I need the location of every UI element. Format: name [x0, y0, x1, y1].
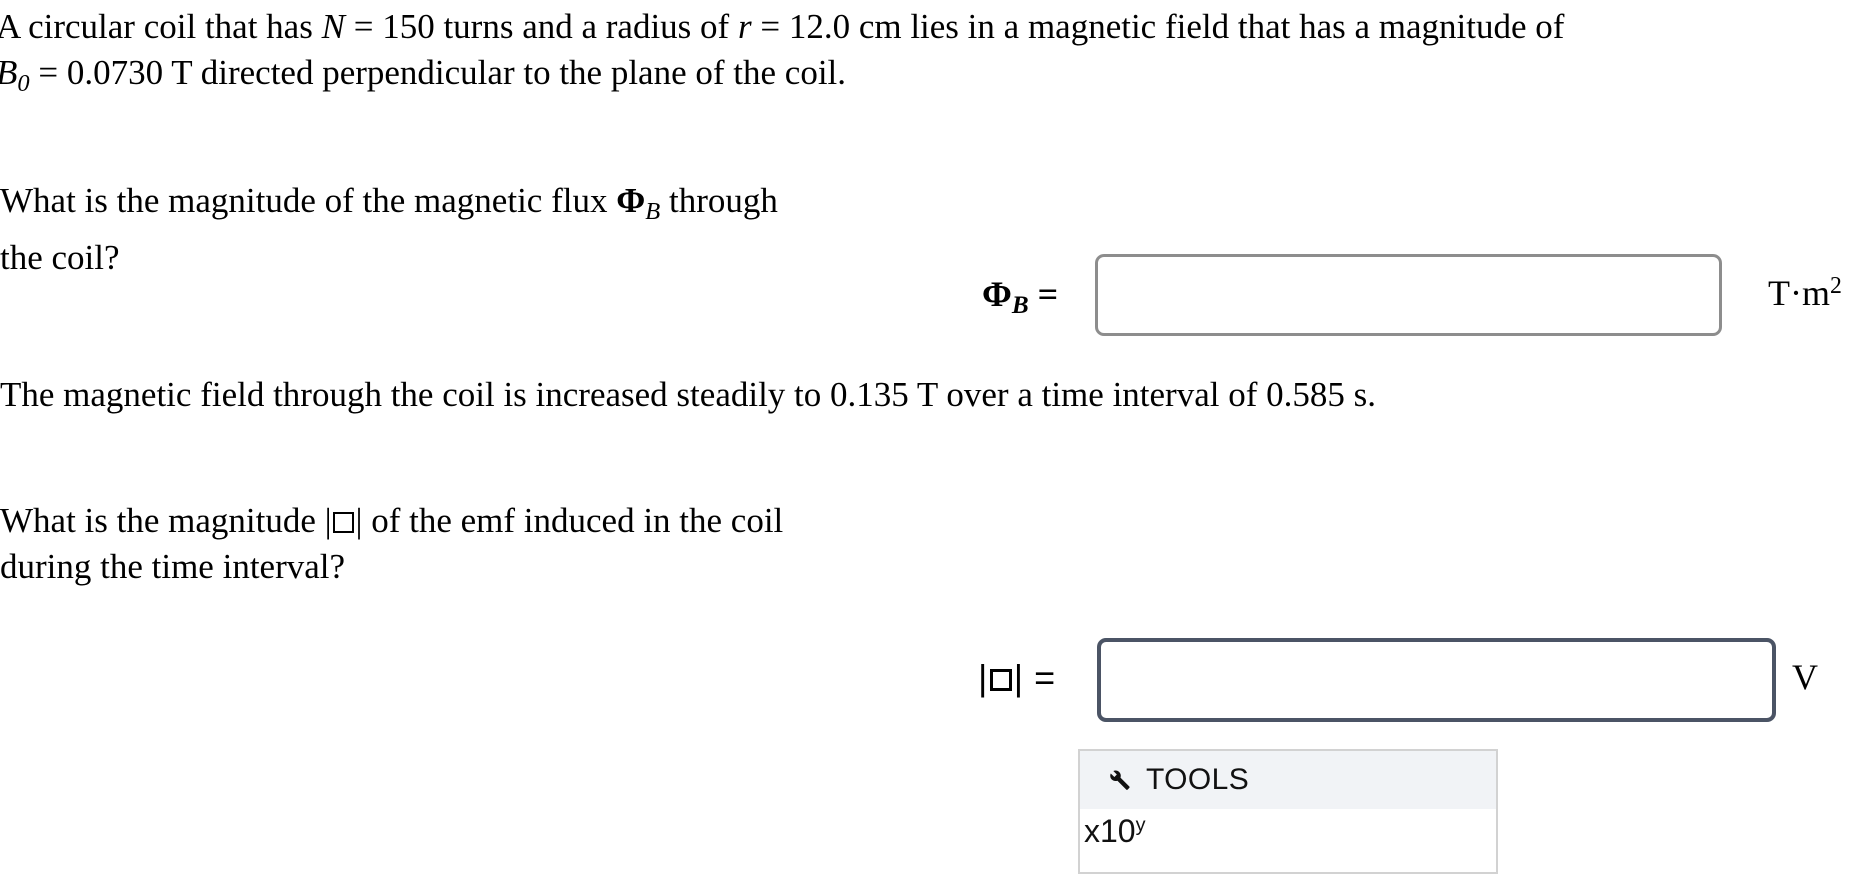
flux-unit-main: T·m	[1768, 273, 1830, 313]
statement-middle-line-1: The magnetic field through the coil is i…	[0, 375, 1376, 414]
missing-glyph-box-icon	[989, 669, 1012, 692]
flux-unit-exponent: 2	[1829, 273, 1842, 300]
question-2-text-pre: What is the magnitude |	[0, 501, 332, 540]
tools-panel-header: TOOLS	[1080, 751, 1496, 809]
question-1-text: What is the magnitude of the magnetic fl…	[0, 178, 778, 281]
emf-answer-unit: V	[1792, 656, 1818, 698]
emf-unit-main: V	[1792, 657, 1818, 697]
question-1-line-1: What is the magnitude of the magnetic fl…	[0, 178, 778, 235]
variable-B: B	[0, 53, 17, 92]
tools-panel[interactable]: TOOLS x10y	[1078, 749, 1498, 874]
question-1-text-post: through	[660, 181, 778, 220]
flux-symbol: Φ	[616, 181, 646, 220]
emf-answer-input[interactable]	[1097, 638, 1776, 722]
emf-label-bar-left: |	[978, 657, 988, 698]
emf-answer-label: | | =	[978, 657, 1056, 699]
tools-item-scientific-notation[interactable]: x10y	[1080, 809, 1496, 850]
problem-statement-middle: The magnetic field through the coil is i…	[0, 372, 1376, 418]
variable-B-subscript: 0	[17, 69, 30, 97]
flux-answer-label: ΦB =	[982, 273, 1058, 320]
statement-intro-text-4: = 0.0730 T directed perpendicular to the…	[29, 53, 847, 92]
flux-label-subscript: B	[1011, 292, 1029, 320]
tools-item-exponent: y	[1135, 814, 1146, 837]
flux-symbol-subscript: B	[645, 197, 661, 225]
tools-panel-title: TOOLS	[1146, 763, 1250, 796]
variable-N: N	[321, 7, 345, 46]
question-1-line-2: the coil?	[0, 237, 120, 277]
problem-statement-intro: A circular coil that has N = 150 turns a…	[0, 4, 1564, 107]
statement-intro-line-1: A circular coil that has N = 150 turns a…	[0, 4, 1564, 50]
statement-intro-text-1: A circular coil that has	[0, 7, 322, 46]
question-2-text: What is the magnitude | | of the emf indu…	[0, 498, 783, 590]
emf-label-equals: =	[1023, 657, 1056, 698]
tools-item-label: x10	[1084, 813, 1136, 849]
question-2-line-2: during the time interval?	[0, 547, 346, 586]
question-1-text-pre: What is the magnitude of the magnetic fl…	[0, 181, 617, 220]
variable-r: r	[737, 7, 752, 46]
missing-glyph-box-icon	[333, 511, 355, 533]
statement-intro-text-3: = 12.0 cm lies in a magnetic field that …	[751, 7, 1565, 46]
statement-intro-line-2: B0 = 0.0730 T directed perpendicular to …	[0, 50, 1564, 107]
flux-answer-unit: T·m2	[1768, 272, 1842, 314]
wrench-icon	[1110, 770, 1130, 790]
flux-label-symbol: Φ	[982, 274, 1012, 314]
question-2-text-post: | of the emf induced in the coil	[355, 501, 784, 540]
emf-label-bar-right: |	[1013, 657, 1024, 698]
flux-label-equals: =	[1028, 274, 1059, 314]
question-2-line-1: What is the magnitude | | of the emf indu…	[0, 498, 783, 544]
statement-intro-text-2: = 150 turns and a radius of	[344, 7, 738, 46]
flux-answer-input[interactable]	[1095, 254, 1722, 336]
